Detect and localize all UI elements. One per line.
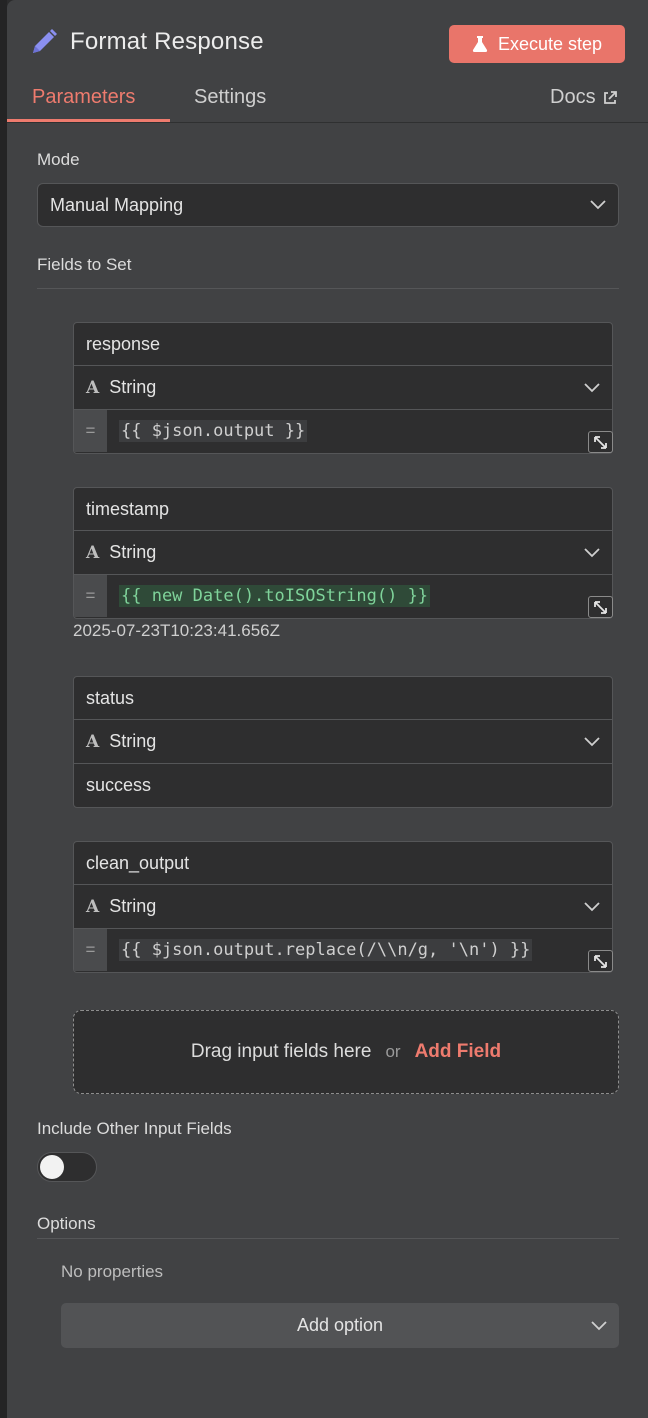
field-name-input[interactable]: clean_output [74,842,612,885]
canvas-edge [0,0,7,1418]
docs-label: Docs [550,86,596,108]
string-type-icon: A [86,896,100,917]
chevron-down-icon [584,382,600,392]
field-value-input[interactable]: = {{ $json.output.replace(/\\n/g, '\n') … [74,928,613,972]
node-title[interactable]: Format Response [70,28,264,56]
execute-step-label: Execute step [497,33,603,54]
expression-equals-icon: = [74,929,107,971]
field-type-value: String [109,731,157,751]
toggle-knob [40,1155,64,1179]
field-type-select[interactable]: A String [74,366,612,409]
fields-to-set-label: Fields to Set [37,255,132,274]
node-parameters-panel: Format Response Execute step Parameters … [7,0,648,1418]
execute-step-button[interactable]: Execute step [449,25,625,63]
chevron-down-icon [584,901,600,911]
field-assignment-timestamp: timestamp A String = {{ new Date().toISO… [73,487,613,619]
tab-settings[interactable]: Settings [194,86,266,109]
field-type-value: String [109,542,157,562]
expression-result-preview: 2025-07-23T10:23:41.656Z [73,621,280,640]
dropzone-text: Drag input fields here [190,1041,372,1062]
add-field-link[interactable]: Add Field [415,1041,502,1063]
no-properties-text: No properties [61,1262,164,1281]
dropzone-or: or [385,1042,401,1061]
field-assignment-clean-output: clean_output A String = {{ $json.output.… [73,841,613,973]
string-type-icon: A [86,377,100,398]
field-name-input[interactable]: response [74,323,612,366]
field-value-input[interactable]: = {{ $json.output }} [74,409,613,453]
field-assignment-response: response A String = {{ $json.output }} [73,322,613,454]
external-link-icon [603,90,617,104]
tab-divider [7,122,648,123]
chevron-down-icon [590,200,606,210]
include-other-fields-toggle[interactable] [37,1152,97,1182]
panel-header: Format Response Execute step Parameters … [7,0,648,124]
expression-equals-icon: = [74,575,107,617]
field-name-input[interactable]: status [74,677,612,720]
include-other-fields-label: Include Other Input Fields [37,1119,232,1138]
chevron-down-icon [591,1320,607,1330]
mode-select[interactable]: Manual Mapping [37,183,619,227]
pencil-icon [33,29,57,53]
mode-label: Mode [37,150,80,169]
field-value-input[interactable]: success [74,763,612,806]
field-value-expression: {{ $json.output }} [119,420,308,442]
field-type-value: String [109,896,157,916]
string-type-icon: A [86,542,100,563]
string-type-icon: A [86,731,100,752]
field-value-expression: {{ $json.output.replace(/\\n/g, '\n') }} [119,939,533,961]
field-type-select[interactable]: A String [74,720,612,763]
expand-editor-icon[interactable] [588,431,613,453]
chevron-down-icon [584,547,600,557]
mode-value: Manual Mapping [50,194,184,215]
expression-equals-icon: = [74,410,107,452]
add-option-select[interactable]: Add option [61,1303,619,1348]
expand-editor-icon[interactable] [588,596,613,618]
field-value-input[interactable]: = {{ new Date().toISOString() }} [74,574,613,618]
field-assignment-status: status A String success [73,676,613,808]
field-type-select[interactable]: A String [74,885,612,928]
field-value-text: success [86,774,152,795]
field-name-input[interactable]: timestamp [74,488,612,531]
chevron-down-icon [584,736,600,746]
section-divider [37,288,619,289]
add-option-label: Add option [296,1315,384,1335]
drag-fields-dropzone[interactable]: Drag input fields here or Add Field [73,1010,619,1094]
tab-parameters[interactable]: Parameters [32,86,135,109]
options-label: Options [37,1214,96,1233]
expand-editor-icon[interactable] [588,950,613,972]
field-value-expression: {{ new Date().toISOString() }} [119,585,431,607]
docs-link[interactable]: Docs [550,86,618,109]
field-type-value: String [109,377,157,397]
options-divider [37,1238,619,1239]
flask-icon [472,36,488,52]
field-type-select[interactable]: A String [74,531,612,574]
